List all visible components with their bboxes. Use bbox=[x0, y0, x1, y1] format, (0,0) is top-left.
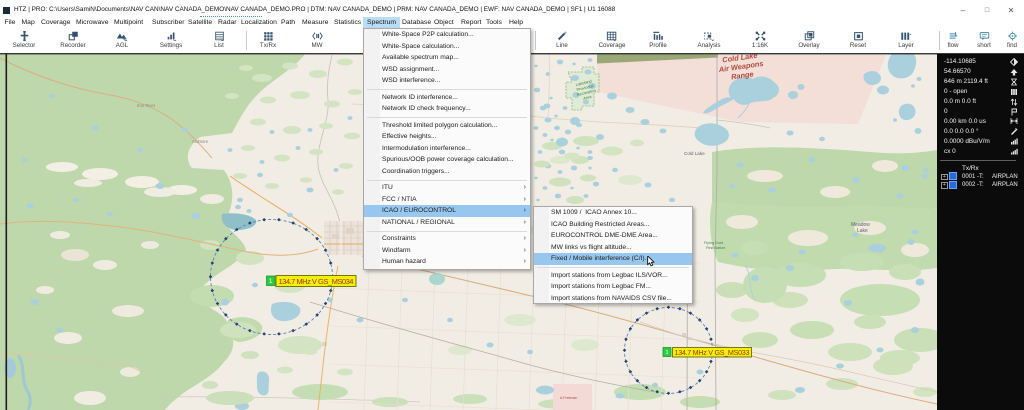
svg-text:Iron River: Iron River bbox=[137, 103, 156, 108]
svg-text:First Nation: First Nation bbox=[706, 246, 725, 250]
svg-text:Cold Lake: Cold Lake bbox=[684, 151, 705, 156]
svg-text:Flying Dust: Flying Dust bbox=[704, 241, 724, 245]
svg-text:134.7 MHz V GS_MS033: 134.7 MHz V GS_MS033 bbox=[675, 348, 750, 357]
svg-text:Ardmore: Ardmore bbox=[192, 139, 209, 144]
svg-text:A.Freeman: A.Freeman bbox=[560, 396, 577, 400]
svg-text:134.7 MHz V GS_MS034: 134.7 MHz V GS_MS034 bbox=[279, 277, 354, 286]
svg-text:1: 1 bbox=[665, 350, 668, 356]
svg-text:Lake: Lake bbox=[857, 228, 868, 234]
